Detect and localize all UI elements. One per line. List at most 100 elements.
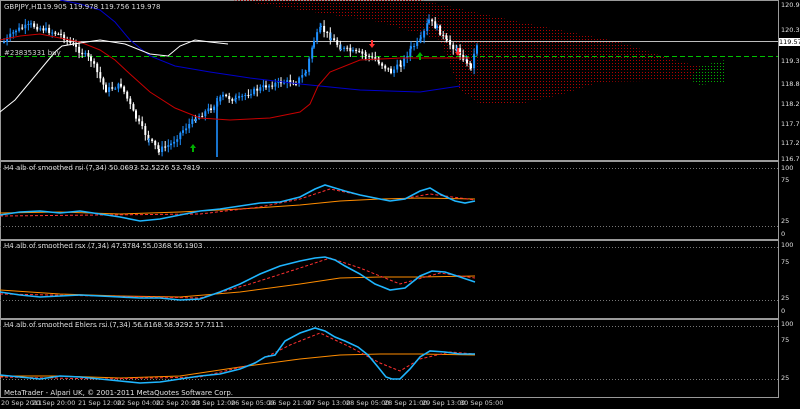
- candle-body: [138, 118, 141, 122]
- candle-body: [384, 65, 387, 69]
- ohlc-readout: 119.905 119.978 119.756 119.978: [38, 3, 161, 11]
- current-price-tag: 119.570: [779, 38, 800, 46]
- candle-body: [188, 123, 191, 129]
- candle-body: [320, 25, 322, 27]
- candle-body: [365, 54, 367, 56]
- candle-body: [473, 53, 476, 69]
- candle-body: [434, 21, 437, 29]
- candle-body: [308, 58, 311, 72]
- chart-canvas[interactable]: [0, 0, 800, 409]
- price-label: 117.795: [781, 120, 800, 128]
- price-label: 118.285: [781, 100, 800, 108]
- candle-body: [21, 27, 24, 29]
- candle-body: [336, 40, 339, 45]
- candle-body: [301, 75, 304, 78]
- candle-body: [311, 47, 314, 59]
- candle-body: [39, 28, 42, 30]
- candle-body: [90, 56, 92, 62]
- candle-body: [381, 63, 384, 66]
- candle-body: [173, 141, 176, 144]
- price-candles: [3, 14, 478, 157]
- candle-body: [167, 145, 170, 147]
- candle-body: [231, 99, 234, 101]
- candle-body: [207, 108, 210, 112]
- buy-arrow: [190, 144, 196, 152]
- signal-line: [0, 275, 476, 298]
- candle-body: [396, 64, 399, 70]
- level-label: 75: [781, 336, 790, 344]
- candle-body: [387, 68, 390, 70]
- time-label: 27 Sep 13:00: [307, 399, 351, 407]
- candle-body: [235, 98, 237, 100]
- candle-body: [225, 94, 228, 97]
- candle-body: [33, 23, 36, 27]
- trade-markers: [190, 40, 461, 152]
- level-label: 100: [781, 320, 794, 328]
- price-label: 120.915: [781, 1, 800, 9]
- candle-body: [135, 110, 137, 119]
- candle-body: [340, 48, 342, 50]
- candle-body: [182, 130, 184, 133]
- candle-body: [51, 32, 54, 34]
- level-label: 75: [781, 258, 790, 266]
- time-label: 20 Sep 20:00: [32, 399, 76, 407]
- candle-body: [78, 46, 81, 53]
- candle-body: [30, 23, 32, 25]
- price-label: 120.380: [781, 26, 800, 34]
- candle-body: [256, 88, 259, 91]
- candle-body: [323, 25, 326, 32]
- candle-body: [66, 39, 69, 41]
- candle-body: [476, 45, 478, 54]
- time-label: 30 Sep 05:00: [460, 399, 504, 407]
- candle-body: [426, 23, 429, 31]
- level-label: 25: [781, 294, 790, 302]
- candle-body: [54, 32, 57, 34]
- candle-body: [151, 139, 154, 142]
- candle-body: [428, 19, 430, 24]
- indicator-lines: [0, 184, 476, 384]
- candle-body: [81, 52, 84, 55]
- candle-body: [176, 139, 179, 142]
- candle-body: [274, 82, 277, 87]
- candle-body: [439, 25, 442, 35]
- candle-body: [57, 33, 60, 35]
- candle-body: [219, 96, 222, 102]
- candle-body: [154, 141, 157, 146]
- candle-body: [105, 84, 107, 92]
- candle-body: [60, 33, 62, 35]
- candle-body: [346, 47, 349, 49]
- cloud-red: [232, 0, 700, 104]
- candle-body: [250, 94, 252, 96]
- candle-body: [132, 104, 135, 111]
- candle-body: [141, 121, 144, 127]
- candle-body: [358, 50, 361, 52]
- candle-body: [393, 69, 396, 74]
- level-label: 0: [781, 230, 786, 238]
- candle-body: [123, 86, 126, 92]
- rsi-line: [0, 327, 475, 384]
- candle-body: [423, 30, 426, 38]
- candle-body: [45, 27, 47, 31]
- candle-body: [161, 146, 164, 153]
- candle-body: [87, 53, 90, 57]
- order-label[interactable]: #23835331 buy: [4, 49, 61, 57]
- time-label: 22 Sep 04:00: [117, 399, 161, 407]
- candle-body: [262, 85, 265, 88]
- panel-frame: [0, 240, 779, 319]
- candle-body: [144, 126, 147, 135]
- candle-body: [36, 26, 39, 30]
- candle-body: [12, 32, 15, 34]
- candle-body: [436, 25, 438, 29]
- candle-body: [271, 85, 274, 87]
- level-label: 25: [781, 374, 790, 382]
- candle-body: [213, 106, 216, 111]
- candle-body: [204, 111, 207, 117]
- candle-body: [241, 95, 244, 97]
- candle-body: [410, 46, 412, 49]
- candle-body: [24, 24, 27, 29]
- price-label: 118.820: [781, 80, 800, 88]
- price-label: 116.760: [781, 155, 800, 163]
- candle-body: [416, 40, 419, 46]
- candle-body: [191, 119, 194, 124]
- candle-body: [442, 34, 445, 36]
